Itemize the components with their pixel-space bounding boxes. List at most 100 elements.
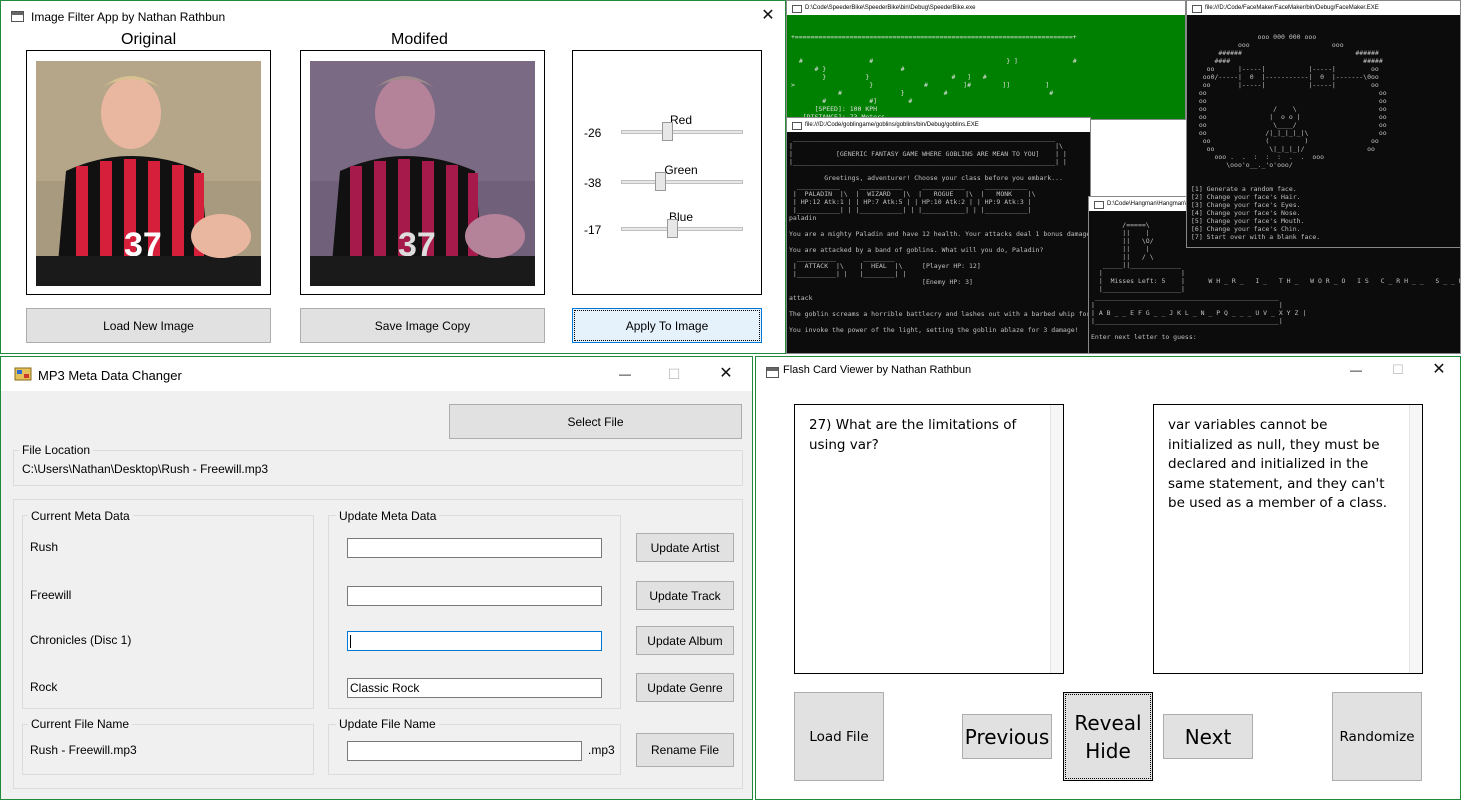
track-input[interactable]: [347, 586, 602, 606]
console-line: Greetings, adventurer! Choose your class…: [789, 174, 1063, 182]
mp3-window: MP3 Meta Data Changer — ☐ ✕ Select File …: [0, 356, 753, 800]
modified-label: Modifed: [391, 31, 448, 48]
console-line: } } # ] #: [791, 73, 1069, 81]
slider-value-green: -38: [584, 176, 602, 190]
console-line: |____________________|: [1091, 285, 1185, 293]
rename-file-button[interactable]: Rename File: [636, 733, 734, 767]
update-album-button[interactable]: Update Album: [636, 626, 734, 655]
save-image-copy-button[interactable]: Save Image Copy: [300, 308, 545, 343]
console-line: || / \: [1091, 253, 1154, 261]
update-artist-button[interactable]: Update Artist: [636, 533, 734, 562]
current-track: Freewill: [30, 588, 72, 602]
mp3-titlebar: MP3 Meta Data Changer — ☐ ✕: [1, 357, 752, 391]
console-line: You invoke the power of the light, setti…: [789, 326, 1079, 334]
reveal-label: Reveal: [1074, 710, 1142, 735]
genre-input[interactable]: Classic Rock: [347, 678, 602, 698]
current-file-name-label: Current File Name: [28, 717, 133, 731]
minimize-icon[interactable]: —: [610, 363, 640, 385]
current-file-name-value: Rush - Freewill.mp3: [30, 743, 137, 757]
slider-name-wrap: Blue: [621, 1, 741, 224]
image-filter-titlebar: Image Filter App by Nathan Rathbun ✕: [1, 1, 785, 31]
console-line: |_______________________________________…: [789, 158, 1067, 166]
slider-track-green[interactable]: [621, 180, 743, 184]
file-name-input[interactable]: [347, 741, 582, 761]
apply-to-image-button[interactable]: Apply To Image: [572, 308, 762, 343]
load-file-button[interactable]: Load File: [794, 692, 884, 781]
console-line: | |\: [789, 142, 1063, 150]
console-line: | ATTACK |\ | HEAL |\ [Player HP: 12]: [789, 262, 981, 270]
facemaker-output: ooo 000 000 ooo ooo ooo ###### ###### ##…: [1187, 15, 1460, 247]
console-line: [2] Change your face's Hair.: [1191, 193, 1301, 201]
slider-value-red: -26: [584, 126, 602, 140]
album-input[interactable]: [347, 631, 602, 651]
text-caret: [350, 635, 351, 649]
console-line: ###### ######: [1191, 49, 1379, 57]
console-line: [Enemy HP: 3]: [789, 278, 973, 286]
update-genre-button[interactable]: Update Genre: [636, 673, 734, 702]
console-line: > } # ]# ]] ]: [791, 81, 1069, 89]
console-line: | PALADIN |\ | WIZARD |\ | ROGUE |\ | MO…: [789, 190, 1036, 198]
console-line: # } # #: [791, 89, 1065, 97]
load-new-image-button[interactable]: Load New Image: [26, 308, 271, 343]
select-file-button[interactable]: Select File: [449, 404, 742, 439]
console-line: # #] #: [791, 97, 1065, 105]
console-line: [5] Change your face's Mouth.: [1191, 217, 1305, 225]
console-line: oo /|_|_|_|_|\ oo: [1191, 129, 1387, 137]
goblins-output: ________________________________________…: [787, 132, 1090, 353]
speederbike-console: D:\Code\SpeederBike\SpeederBike\bin\Debu…: [786, 0, 1186, 120]
answer-card: var variables cannot be initialized as n…: [1153, 404, 1423, 674]
current-artist: Rush: [30, 540, 59, 554]
randomize-button[interactable]: Randomize: [1332, 692, 1422, 781]
original-label: Original: [121, 31, 177, 48]
console-line: [6] Change your face's Chin.: [1191, 225, 1301, 233]
file-extension-label: .mp3: [588, 743, 615, 757]
console-line: oo | o o | oo: [1191, 113, 1387, 121]
console-line: # } #: [791, 65, 1065, 73]
console-line: oo0/-----| 0 |-----------| 0 |-------\0o…: [1191, 73, 1379, 81]
update-meta-label: Update Meta Data: [336, 509, 440, 523]
slider-track-blue[interactable]: [621, 227, 743, 231]
console-line: Enter next letter to guess:: [1091, 333, 1197, 341]
update-track-button[interactable]: Update Track: [636, 581, 734, 610]
console-line: oo ( ) oo: [1191, 137, 1379, 145]
flashcard-titlebar: Flash Card Viewer by Nathan Rathbun — ☐ …: [756, 357, 1460, 387]
console-line: |_______________________________________…: [1091, 317, 1283, 325]
update-file-name-label: Update File Name: [336, 717, 439, 731]
close-icon[interactable]: ✕: [1424, 359, 1454, 381]
close-icon[interactable]: ✕: [753, 5, 783, 27]
console-line: oo / \ oo: [1191, 105, 1387, 113]
reveal-hide-button[interactable]: Reveal Hide: [1063, 692, 1153, 781]
console-line: | A B _ _ E F G _ _ J K L _ N _ P Q _ _ …: [1091, 309, 1307, 317]
original-photo-art: 37: [36, 61, 261, 286]
question-scrollbar[interactable]: [1050, 405, 1063, 673]
app-icon: [11, 11, 24, 22]
question-text: 27) What are the limitations of using va…: [809, 417, 1017, 453]
artist-input[interactable]: [347, 538, 602, 558]
maximize-icon[interactable]: ☐: [659, 363, 689, 385]
slider-thumb-green[interactable]: [655, 172, 666, 191]
console-line: attack: [789, 294, 813, 302]
image-filter-window: Image Filter App by Nathan Rathbun ✕ Ori…: [0, 0, 786, 354]
facemaker-console: file:///D:/Code/FaceMaker/FaceMaker/bin/…: [1186, 0, 1461, 248]
console-line: oo |-----| |-----| oo: [1191, 65, 1379, 73]
next-button[interactable]: Next: [1163, 714, 1253, 759]
facemaker-titlebar: file:///D:/Code/FaceMaker/FaceMaker/bin/…: [1187, 1, 1460, 15]
console-line: oo \|_|_|_|/ oo: [1191, 145, 1375, 153]
console-line: oo \____/ oo: [1191, 121, 1387, 129]
current-album: Chronicles (Disc 1): [30, 633, 132, 647]
maximize-icon[interactable]: ☐: [1383, 359, 1413, 381]
slider-thumb-blue[interactable]: [667, 219, 678, 238]
answer-scrollbar[interactable]: [1409, 405, 1422, 673]
console-line: # # } ] #: [791, 57, 1077, 65]
console-line: ooo ooo: [1191, 41, 1344, 49]
minimize-icon[interactable]: —: [1341, 359, 1371, 381]
slider-thumb-red[interactable]: [662, 122, 673, 141]
console-line: _____||_____________: [1091, 261, 1182, 269]
close-icon[interactable]: ✕: [711, 363, 741, 385]
slider-track-red[interactable]: [621, 130, 743, 134]
previous-button[interactable]: Previous: [962, 714, 1052, 759]
